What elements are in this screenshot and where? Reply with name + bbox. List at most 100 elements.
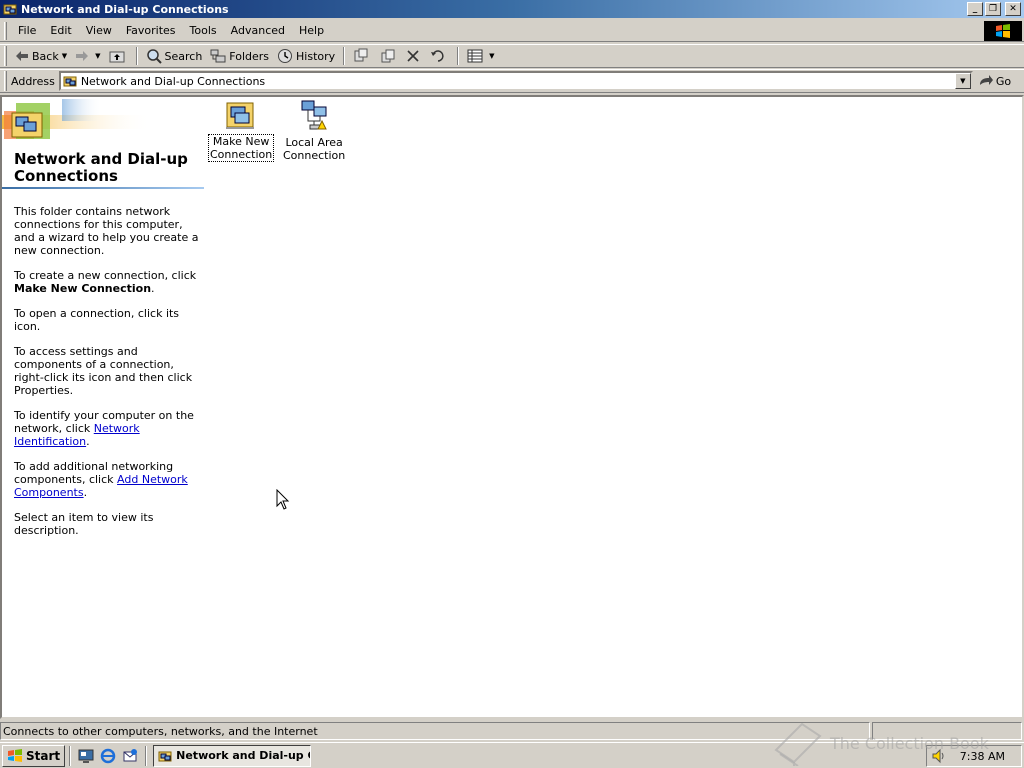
- description-paragraph: Select an item to view its description.: [14, 511, 154, 537]
- window-title: Network and Dial-up Connections: [21, 2, 229, 16]
- network-banner-icon: [2, 99, 152, 139]
- folders-button[interactable]: Folders: [206, 45, 273, 67]
- address-value: Network and Dial-up Connections: [80, 74, 266, 88]
- local-area-connection-item[interactable]: Local Area Connection: [282, 99, 346, 162]
- back-button[interactable]: Back ▼: [11, 45, 71, 67]
- go-arrow-icon: [979, 75, 993, 85]
- forward-arrow-icon: [76, 51, 89, 61]
- move-to-icon: [354, 48, 368, 62]
- folder-view[interactable]: Network and Dial-up Connections This fol…: [0, 95, 1024, 719]
- taskbar-separator: [145, 745, 148, 766]
- go-label: Go: [995, 74, 1012, 88]
- copy-to-icon: [381, 49, 395, 63]
- restore-icon: ❐: [988, 3, 998, 14]
- description-paragraph: To access settings and components of a c…: [14, 345, 193, 397]
- views-dropdown-icon[interactable]: ▼: [489, 52, 494, 60]
- folder-description: This folder contains network connections…: [14, 205, 200, 549]
- up-button[interactable]: [105, 45, 132, 67]
- description-paragraph: To add additional networking components,…: [14, 460, 188, 499]
- taskbar-separator: [69, 745, 72, 766]
- internet-explorer-button[interactable]: [97, 745, 119, 767]
- description-paragraph: To identify your computer on the network…: [14, 409, 194, 448]
- internet-explorer-icon: [100, 748, 116, 763]
- address-dropdown-button[interactable]: ▼: [954, 73, 971, 89]
- local-area-connection-label: Local Area Connection: [283, 136, 346, 162]
- folders-label: Folders: [229, 49, 270, 63]
- address-label: Address: [11, 74, 55, 88]
- menu-edit[interactable]: Edit: [43, 22, 78, 40]
- toolbar-separator: [343, 47, 346, 65]
- history-label: History: [296, 49, 336, 63]
- network-folder-icon: [158, 751, 172, 761]
- menu-favorites[interactable]: Favorites: [119, 22, 183, 40]
- make-new-connection-text: Make New Connection: [14, 282, 152, 295]
- delete-button[interactable]: [403, 45, 426, 67]
- title-bar[interactable]: Network and Dial-up Connections _ ❐ ✕: [0, 0, 1024, 18]
- task-label: Network and Dial-up Co: [176, 749, 312, 762]
- network-folder-icon: [3, 4, 17, 15]
- maximize-button[interactable]: ❐: [985, 2, 1001, 16]
- close-icon: ✕: [1009, 3, 1017, 14]
- windows-flag-icon: [8, 748, 22, 762]
- search-button[interactable]: Search: [142, 45, 207, 67]
- history-icon: [278, 49, 293, 63]
- undo-icon: [431, 50, 444, 62]
- forward-dropdown-icon[interactable]: ▼: [95, 52, 100, 60]
- status-text: Connects to other computers, networks, a…: [0, 722, 870, 740]
- menu-tools[interactable]: Tools: [183, 22, 224, 40]
- standard-toolbar: Back ▼ ▼ Search Folders History ▼: [0, 44, 1024, 68]
- address-input[interactable]: Network and Dial-up Connections ▼: [58, 71, 973, 91]
- make-new-connection-icon: [226, 102, 254, 129]
- outlook-express-button[interactable]: [119, 745, 141, 767]
- watermark: The Collection Book: [772, 720, 989, 766]
- start-button[interactable]: Start: [2, 744, 66, 767]
- folder-title: Network and Dial-up Connections: [14, 150, 188, 185]
- show-desktop-button[interactable]: [75, 745, 97, 767]
- make-new-connection-item[interactable]: Make New Connection: [208, 99, 275, 162]
- menu-advanced[interactable]: Advanced: [224, 22, 292, 40]
- watermark-text: The Collection Book: [830, 733, 989, 753]
- address-grip[interactable]: [4, 71, 7, 91]
- back-label: Back: [32, 49, 59, 63]
- copy-to-button[interactable]: [376, 45, 403, 67]
- up-folder-icon: [109, 51, 124, 63]
- search-label: Search: [164, 49, 203, 63]
- search-icon: [146, 49, 162, 64]
- folders-icon: [210, 49, 226, 63]
- forward-button[interactable]: ▼: [71, 45, 104, 67]
- views-button[interactable]: ▼: [463, 45, 498, 67]
- outlook-express-icon: [123, 748, 138, 761]
- menu-bar: File Edit View Favorites Tools Advanced …: [0, 20, 1024, 42]
- minimize-button[interactable]: _: [967, 2, 983, 16]
- menu-help[interactable]: Help: [292, 22, 331, 40]
- menu-grip[interactable]: [4, 21, 7, 40]
- close-button[interactable]: ✕: [1005, 2, 1021, 16]
- chevron-down-icon: ▼: [960, 77, 966, 85]
- back-arrow-icon: [16, 51, 28, 61]
- desktop-icon: [78, 749, 94, 763]
- history-button[interactable]: History: [273, 45, 339, 67]
- back-dropdown-icon[interactable]: ▼: [62, 52, 67, 60]
- network-folder-icon: [63, 76, 77, 87]
- minimize-icon: _: [972, 3, 978, 14]
- toolbar-separator: [457, 47, 460, 65]
- title-divider: [2, 187, 204, 189]
- local-area-connection-icon: [301, 100, 327, 130]
- make-new-connection-label: Make New Connection: [208, 134, 275, 162]
- menu-view[interactable]: View: [79, 22, 119, 40]
- undo-button[interactable]: [426, 45, 453, 67]
- description-paragraph: This folder contains network connections…: [14, 205, 199, 257]
- start-label: Start: [26, 748, 61, 763]
- address-bar: Address Network and Dial-up Connections …: [0, 69, 1024, 93]
- description-paragraph: To open a connection, click its icon.: [14, 307, 180, 333]
- webview-side-panel: Network and Dial-up Connections This fol…: [2, 97, 206, 717]
- toolbar-separator: [135, 47, 138, 65]
- views-icon: [467, 49, 483, 63]
- move-to-button[interactable]: [349, 45, 376, 67]
- delete-icon: [407, 50, 419, 62]
- task-network-connections[interactable]: Network and Dial-up Co: [153, 744, 312, 767]
- menu-file[interactable]: File: [11, 22, 43, 40]
- go-button[interactable]: Go: [979, 75, 1011, 88]
- book-icon: [774, 722, 822, 766]
- toolbar-grip[interactable]: [4, 46, 7, 66]
